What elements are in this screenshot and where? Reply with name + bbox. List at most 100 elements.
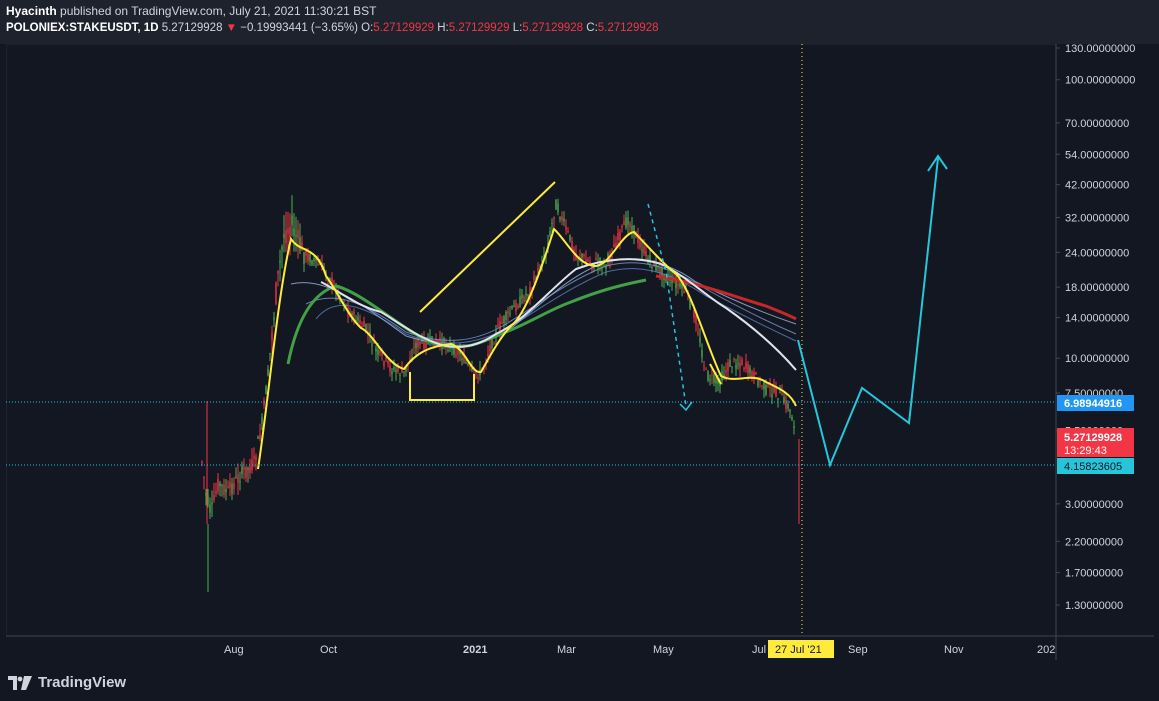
candle-body bbox=[309, 254, 311, 262]
price-tick-label: 32.00000000 bbox=[1065, 213, 1129, 225]
candle-body bbox=[537, 268, 539, 271]
candle-body bbox=[617, 233, 619, 240]
candle-body bbox=[317, 263, 319, 266]
candle-body bbox=[455, 354, 457, 357]
candle-body bbox=[789, 409, 791, 412]
time-axis[interactable]: Aug Oct 2021 Mar May Jul Sep Nov 202 27 … bbox=[224, 640, 1055, 658]
candle-body bbox=[689, 300, 691, 309]
candle-body bbox=[715, 378, 717, 384]
candle-body bbox=[399, 374, 401, 376]
candle-body bbox=[419, 341, 421, 346]
candle-body bbox=[227, 486, 229, 488]
last-price: 5.27129928 bbox=[161, 22, 223, 34]
publish-info: Hyacinth published on TradingView.com, J… bbox=[6, 4, 376, 18]
candle-body bbox=[377, 349, 379, 356]
price-axis-labels: 6.98944916 5.27129928 13:29:43 4.1582360… bbox=[1057, 395, 1134, 474]
candle-body bbox=[773, 386, 775, 393]
low-label: L: bbox=[512, 22, 523, 34]
time-label-202: 202 bbox=[1037, 644, 1055, 656]
author-name[interactable]: Hyacinth bbox=[6, 4, 57, 18]
candle-body bbox=[683, 291, 685, 293]
candle-body bbox=[787, 403, 789, 409]
candle-body bbox=[501, 322, 503, 324]
candle-body bbox=[763, 381, 765, 390]
candle-body bbox=[659, 268, 661, 275]
candle-body bbox=[413, 346, 415, 348]
chart-area[interactable]: 130.00000000 100.00000000 70.00000000 54.00… bbox=[5, 43, 1154, 660]
price-change: −0.19993441 (−3.65%) bbox=[240, 22, 358, 34]
candle-body bbox=[257, 436, 259, 439]
symbol-name[interactable]: POLONIEX:STAKEUSDT, 1D bbox=[6, 22, 159, 34]
price-chart[interactable]: 130.00000000 100.00000000 70.00000000 54.00… bbox=[5, 43, 1154, 660]
high-value: 5.27129929 bbox=[448, 22, 510, 34]
candle-body bbox=[219, 482, 221, 487]
candle-body bbox=[299, 237, 301, 251]
candle-body bbox=[725, 370, 727, 373]
price-tick-label: 14.00000000 bbox=[1065, 313, 1129, 325]
candle-body bbox=[757, 380, 759, 387]
price-axis[interactable]: 130.00000000 100.00000000 70.00000000 54.00… bbox=[1056, 43, 1135, 612]
time-label-nov: Nov bbox=[944, 644, 964, 656]
candle-body bbox=[769, 386, 771, 389]
chart-header: Hyacinth published on TradingView.com, J… bbox=[0, 0, 1159, 44]
candle-body bbox=[727, 362, 729, 371]
candle-body bbox=[203, 477, 205, 479]
price-tick-label: 2.20000000 bbox=[1065, 536, 1123, 548]
candle-body bbox=[559, 217, 561, 220]
price-tick-label: 42.00000000 bbox=[1065, 180, 1129, 192]
candle-body bbox=[403, 371, 405, 373]
candle-body bbox=[697, 332, 699, 334]
tradingview-wordmark: TradingView bbox=[38, 674, 127, 691]
open-label: O: bbox=[361, 22, 374, 34]
plot-background[interactable] bbox=[5, 43, 1057, 637]
candle-body bbox=[679, 282, 681, 288]
candle-body bbox=[555, 200, 557, 210]
candle-body bbox=[207, 495, 209, 505]
candle-body bbox=[677, 284, 679, 286]
candle-body bbox=[213, 495, 215, 501]
candle-body bbox=[381, 353, 383, 356]
candle-body bbox=[511, 306, 513, 309]
candle-body bbox=[627, 217, 629, 225]
candle-body bbox=[567, 230, 569, 232]
candle-body bbox=[703, 365, 705, 367]
candle-body bbox=[389, 365, 391, 372]
candle-body bbox=[201, 461, 203, 463]
price-tick-label: 54.00000000 bbox=[1065, 149, 1129, 161]
candle-body bbox=[283, 233, 285, 239]
candle-body bbox=[761, 385, 763, 387]
time-label-2021: 2021 bbox=[463, 644, 487, 656]
candle-body bbox=[735, 364, 737, 369]
tradingview-logo[interactable]: TradingView bbox=[8, 674, 126, 691]
candle-body bbox=[233, 482, 235, 490]
time-label-sep: Sep bbox=[848, 644, 868, 656]
candle-body bbox=[357, 316, 359, 321]
candle-body bbox=[733, 358, 735, 360]
candle-body bbox=[675, 280, 677, 289]
candle-body bbox=[363, 321, 365, 327]
candle-body bbox=[527, 294, 529, 296]
candle-body bbox=[261, 416, 263, 424]
low-value: 5.27129928 bbox=[522, 22, 584, 34]
price-tick-label: 18.00000000 bbox=[1065, 282, 1129, 294]
candle-body bbox=[303, 252, 305, 264]
candle-body bbox=[393, 367, 395, 370]
candle-body bbox=[713, 374, 715, 383]
candle-body bbox=[487, 353, 489, 357]
candle-body bbox=[651, 266, 653, 268]
candle-body bbox=[505, 312, 507, 321]
candle-body bbox=[737, 363, 739, 365]
candle-body bbox=[767, 384, 769, 387]
candle-body bbox=[307, 253, 309, 261]
candle-body bbox=[793, 426, 795, 429]
candle-body bbox=[285, 230, 287, 244]
close-value: 5.27129928 bbox=[597, 22, 659, 34]
price-tick-label: 1.70000000 bbox=[1065, 568, 1123, 580]
tradingview-logo-icon bbox=[8, 675, 32, 690]
candle-body bbox=[695, 315, 697, 325]
candle-body bbox=[755, 372, 757, 375]
published-text: published on TradingView.com, July 21, 2… bbox=[60, 4, 377, 18]
candle-body bbox=[583, 254, 585, 257]
candle-body bbox=[571, 241, 573, 250]
candle-body bbox=[625, 217, 627, 228]
